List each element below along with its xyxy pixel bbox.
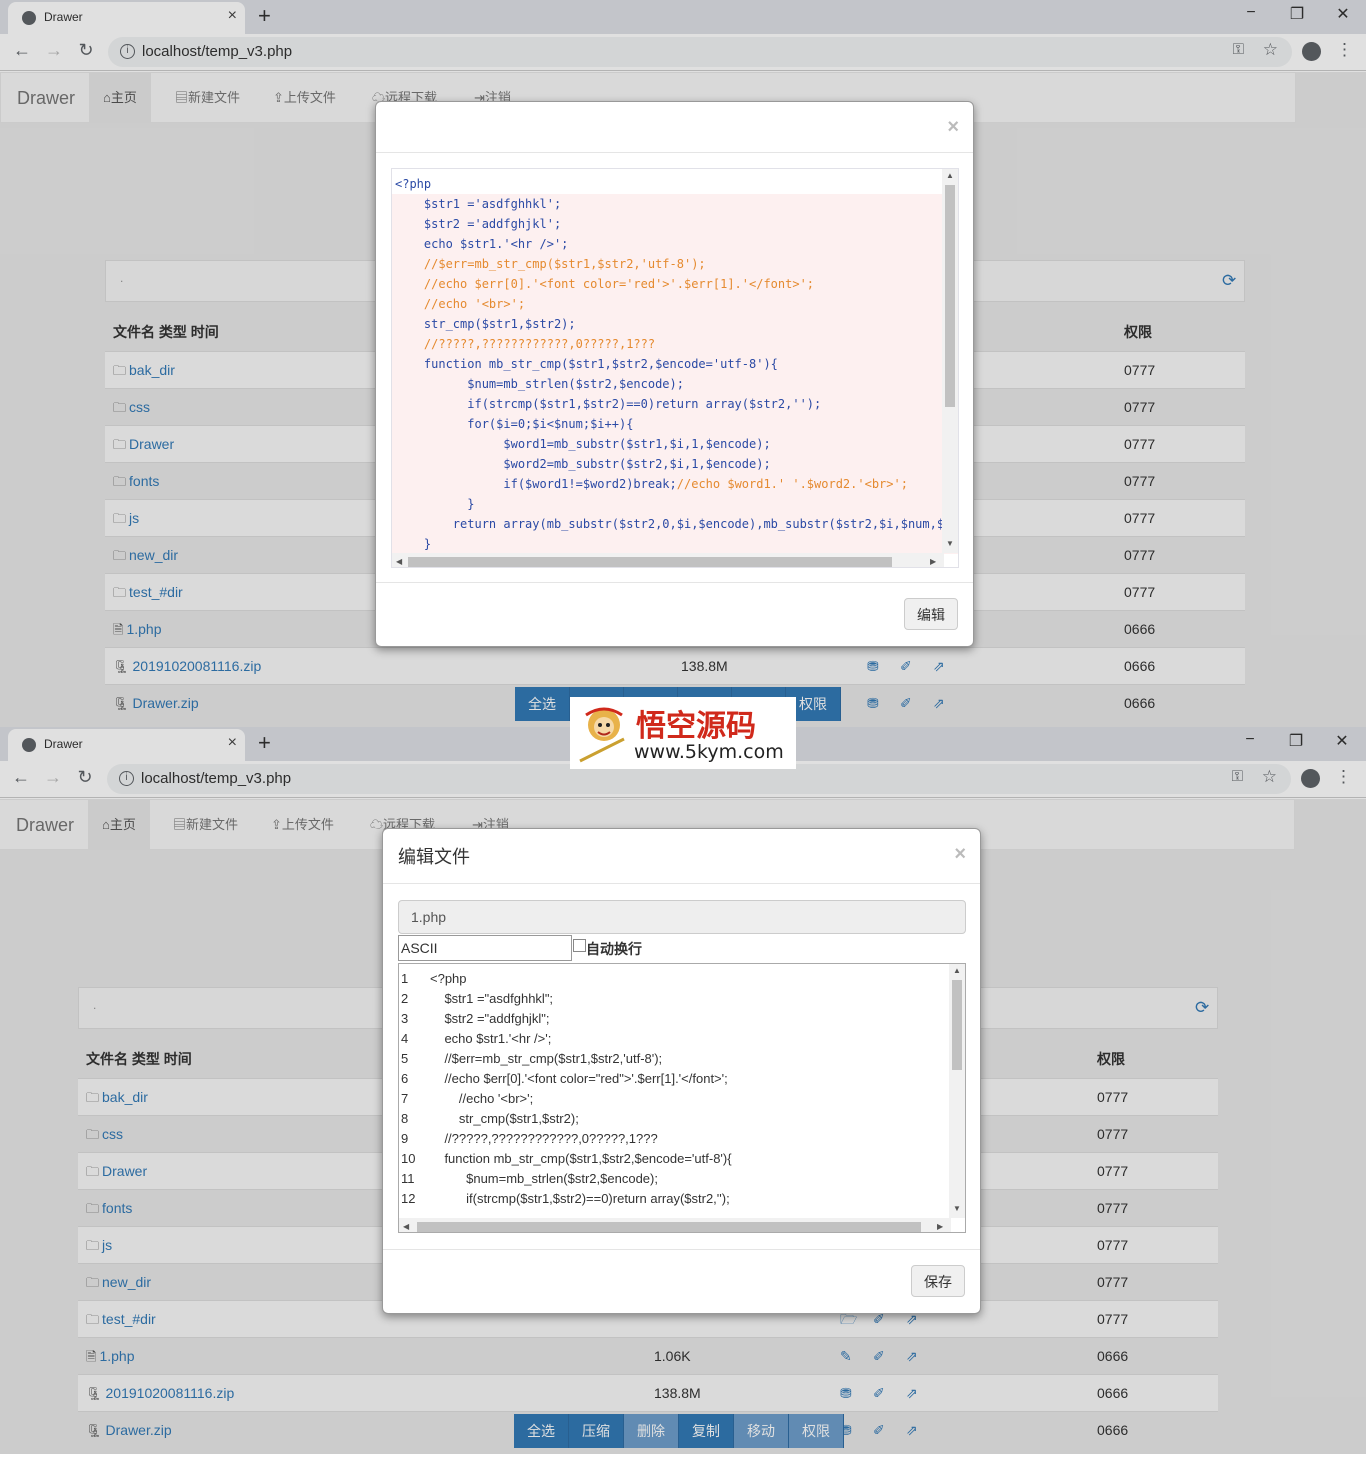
code-line: //?????,????????????,0?????,1??? (392, 334, 958, 354)
modal-header: × (376, 102, 973, 153)
code-line: if(strcmp($str1,$str2)==0)return array($… (392, 394, 958, 414)
editor-line: 12 if(strcmp($str1,$str2)==0)return arra… (399, 1189, 732, 1209)
code-line: //echo $err[0].'<font color='red'>'.$err… (392, 274, 958, 294)
editor-line: 10 function mb_str_cmp($str1,$str2,$enco… (399, 1149, 732, 1169)
modal-footer: 保存 (383, 1249, 980, 1313)
line-number: 2 (401, 991, 409, 1006)
screenshot-edit-file: Drawer × + − ❐ ✕ ← → ↻ i localhost/temp_… (0, 727, 1366, 1454)
line-text: <?php (430, 971, 467, 986)
editor-line: 2 $str1 ="asdfghhkl"; (399, 989, 732, 1009)
line-text: str_cmp($str1,$str2); (430, 1111, 579, 1126)
editor-line: 11 $num=mb_strlen($str2,$encode); (399, 1169, 732, 1189)
code-line: //$err=mb_str_cmp($str1,$str2,'utf-8'); (392, 254, 958, 274)
edit-button[interactable]: 编辑 (904, 598, 958, 630)
code-line: <?php (392, 174, 958, 194)
code-line: str_cmp($str1,$str2); (392, 314, 958, 334)
line-text: //echo $err[0].'<font color="red">'.$err… (430, 1071, 728, 1086)
line-number: 1 (401, 971, 409, 986)
editor-line: 8 str_cmp($str1,$str2); (399, 1109, 732, 1129)
line-text: //?????,????????????,0?????,1??? (430, 1131, 658, 1146)
code-editor[interactable]: 1 <?php 2 $str1 ="asdfghhkl"; 3 $str2 ="add… (398, 963, 966, 1233)
horizontal-scrollbar[interactable]: ◀ ▶ (399, 1218, 951, 1232)
editor-line: 4 echo $str1.'<hr />'; (399, 1029, 732, 1049)
editor-line: 9 //?????,????????????,0?????,1??? (399, 1129, 732, 1149)
line-number: 9 (401, 1131, 409, 1146)
line-number: 12 (401, 1191, 416, 1206)
line-number: 7 (401, 1091, 409, 1106)
code-line: //echo '<br>'; (392, 294, 958, 314)
view-file-modal: × <?php $str1 ='asdfghhkl'; $str2 ='addf… (375, 101, 974, 647)
save-button[interactable]: 保存 (911, 1265, 965, 1297)
line-number: 10 (401, 1151, 416, 1166)
line-number: 8 (401, 1111, 409, 1126)
watermark-url: www.5kym.com (634, 741, 784, 763)
line-text: $str1 ="asdfghhkl"; (430, 991, 554, 1006)
auto-wrap-checkbox[interactable] (573, 939, 586, 952)
line-number: 3 (401, 1011, 409, 1026)
editor-line: 6 //echo $err[0].'<font color="red">'.$e… (399, 1069, 732, 1089)
editor-line: 1 <?php (399, 969, 732, 989)
code-line: $str2 ='addfghjkl'; (392, 214, 958, 234)
code-line: return array(mb_substr($str2,0,$i,$encod… (392, 514, 958, 534)
code-line: } (392, 494, 958, 514)
code-line: if($word1!=$word2)break;//echo $word1.' … (392, 474, 958, 494)
line-text: function mb_str_cmp($str1,$str2,$encode=… (430, 1151, 732, 1166)
code-line: $word1=mb_substr($str1,$i,1,$encode); (392, 434, 958, 454)
line-number: 4 (401, 1031, 409, 1046)
line-text: $str2 ="addfghjkl"; (430, 1011, 550, 1026)
line-text: echo $str1.'<hr />'; (430, 1031, 552, 1046)
edit-file-modal: 编辑文件 × 1.php ASCII 自动换行 1 <?php 2 $str1 ="… (382, 828, 981, 1314)
line-text: //echo '<br>'; (430, 1091, 534, 1106)
editor-line: 5 //$err=mb_str_cmp($str1,$str2,'utf-8')… (399, 1049, 732, 1069)
modal-footer: 编辑 (376, 582, 973, 646)
close-icon[interactable]: × (954, 843, 966, 866)
line-number: 11 (401, 1171, 415, 1186)
code-line: for($i=0;$i<$num;$i++){ (392, 414, 958, 434)
code-line: function mb_str_cmp($str1,$str2,$encode=… (392, 354, 958, 374)
editor-lines: 1 <?php 2 $str1 ="asdfghhkl"; 3 $str2 ="add… (399, 969, 732, 1209)
watermark-title: 悟空源码 (636, 709, 756, 744)
screenshot-view-file: Drawer × + − ❐ ✕ ← → ↻ i localhost/temp_… (0, 0, 1366, 727)
line-text: //$err=mb_str_cmp($str1,$str2,'utf-8'); (430, 1051, 663, 1066)
vertical-scrollbar[interactable]: ▲ ▼ (942, 169, 958, 553)
modal-title: 编辑文件 (398, 847, 470, 867)
code-line: echo $str1.'<hr />'; (392, 234, 958, 254)
code-line: $word2=mb_substr($str2,$i,1,$encode); (392, 454, 958, 474)
modal-header: 编辑文件 × (383, 829, 980, 884)
code-lines: <?php $str1 ='asdfghhkl'; $str2 ='addfgh… (392, 169, 958, 554)
editor-line: 3 $str2 ="addfghjkl"; (399, 1009, 732, 1029)
code-line: $str1 ='asdfghhkl'; (392, 194, 958, 214)
line-number: 5 (401, 1051, 409, 1066)
encoding-input[interactable]: ASCII (398, 935, 572, 961)
auto-wrap-label[interactable]: 自动换行 (586, 939, 642, 959)
code-preview[interactable]: <?php $str1 ='asdfghhkl'; $str2 ='addfgh… (391, 168, 959, 568)
watermark-logo: 悟空源码 www.5kym.com (570, 697, 796, 769)
horizontal-scrollbar[interactable]: ◀ ▶ (392, 553, 944, 567)
line-number: 6 (401, 1071, 409, 1086)
code-line: $num=mb_strlen($str2,$encode); (392, 374, 958, 394)
filename-field[interactable]: 1.php (398, 900, 966, 934)
line-text: if(strcmp($str1,$str2)==0)return array($… (430, 1191, 730, 1206)
line-text: $num=mb_strlen($str2,$encode); (430, 1171, 658, 1186)
close-icon[interactable]: × (947, 116, 959, 139)
editor-line: 7 //echo '<br>'; (399, 1089, 732, 1109)
monkey-mascot-icon (579, 707, 625, 763)
code-line: } (392, 534, 958, 554)
vertical-scrollbar[interactable]: ▲ ▼ (949, 964, 965, 1218)
